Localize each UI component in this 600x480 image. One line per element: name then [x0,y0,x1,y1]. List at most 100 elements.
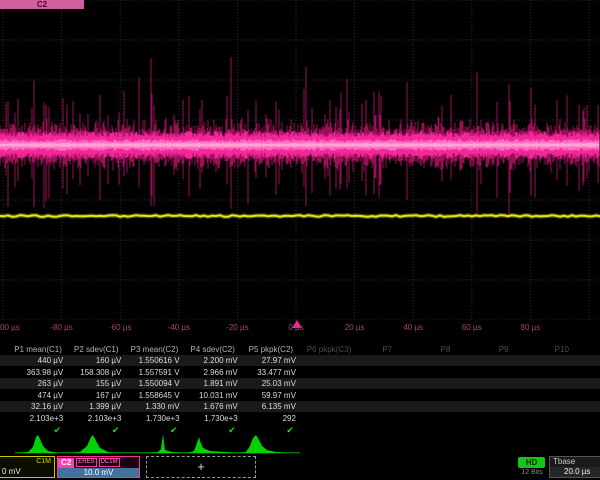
c2-eres-badge: ERES [76,458,96,467]
param-header-p9[interactable]: P9 [475,344,533,355]
time-tick-label: 40 µs [403,323,423,332]
param-value [358,367,416,378]
param-value: 10.031 mV [184,390,242,401]
param-value [358,390,416,401]
param-header-p2[interactable]: P2 sdev(C1) [67,344,125,355]
param-value: 1.330 mV [125,401,183,412]
param-value [358,378,416,389]
stat-row: 440 µV160 µV1.550616 V2.200 mV27.97 mV [0,355,600,366]
param-value: 2.103e+3 [67,413,125,424]
c1-coupling-label: C1M [0,457,54,467]
param-value [416,401,474,412]
param-value: 363.98 µV [9,367,67,378]
time-tick-label: 60 µs [462,323,482,332]
param-value: 1.399 µV [67,401,125,412]
param-header-p3[interactable]: P3 mean(C2) [125,344,183,355]
param-header-p7[interactable]: P7 [358,344,416,355]
time-tick-label: 20 µs [345,323,365,332]
param-value [416,390,474,401]
param-value [533,367,591,378]
param-value [533,390,591,401]
histicon [188,437,235,453]
c2-channel-badge: C2 [58,458,74,468]
param-value [416,378,474,389]
param-value [475,390,533,401]
hd-bits-label: 12 Bits [511,469,553,476]
param-value [416,413,474,424]
stat-row: 32.16 µV1.399 µV1.330 mV1.676 mV6.135 mV [0,401,600,412]
stat-row: 474 µV167 µV1.558645 V10.031 mV59.97 mV [0,390,600,401]
param-value [300,355,358,366]
time-tick-label: 0 µs [288,323,303,332]
descriptor-bar: C1M 0 mV C2 ERES DC1M 10.0 mV + HD 12 Bi… [0,455,600,480]
param-value: 59.97 mV [242,390,300,401]
param-value [533,413,591,424]
timebase-value: 20.0 µs [550,467,600,477]
time-tick-label: -60 µs [109,323,131,332]
time-tick-label: -20 µs [226,323,248,332]
timebase-label: Tbase [550,457,600,467]
param-value: 1.730e+3 [184,413,242,424]
param-value: 1.891 mV [184,378,242,389]
channel-c2-descriptor[interactable]: C2 ERES DC1M 10.0 mV [57,456,140,478]
c1-scale-value: 0 mV [0,467,54,477]
param-value: 32.16 µV [9,401,67,412]
param-value [358,413,416,424]
timebase-descriptor[interactable]: Tbase 20.0 µs [549,456,600,478]
param-value: 1.558645 V [125,390,183,401]
param-value: 160 µV [67,355,125,366]
param-value [300,378,358,389]
time-tick-label: -80 µs [50,323,72,332]
param-value [300,390,358,401]
param-value: 474 µV [9,390,67,401]
param-value: 167 µV [67,390,125,401]
param-value [533,401,591,412]
param-value [475,367,533,378]
stat-row: 263 µV155 µV1.550094 V1.891 mV25.03 mV [0,378,600,389]
param-value [300,401,358,412]
param-value: 2.200 mV [184,355,242,366]
histicon [150,434,182,453]
param-value: 1.730e+3 [125,413,183,424]
param-value [300,367,358,378]
waveform-grid [0,0,600,320]
hd-mode-badge[interactable]: HD [518,457,545,468]
stat-row: 2.103e+32.103e+31.730e+31.730e+3292 [0,413,600,424]
param-value: 1.550094 V [125,378,183,389]
param-header-p8[interactable]: P8 [416,344,474,355]
param-value [533,378,591,389]
param-header-p10[interactable]: P10 [533,344,591,355]
param-value: 2.966 mV [184,367,242,378]
param-header-p6[interactable]: P6 pkpk(C3) [300,344,358,355]
param-value [475,355,533,366]
param-value [416,355,474,366]
oscilloscope-screen: C2 00 µs -80 µs -60 µs -40 µs -20 µs 0 µs 20 µ… [0,0,600,480]
param-value: 33.477 mV [242,367,300,378]
param-value: 1.676 mV [184,401,242,412]
param-value: 158.308 µV [67,367,125,378]
histicon [72,435,114,453]
channel-c1-descriptor[interactable]: C1M 0 mV [0,456,55,478]
time-tick-label: -40 µs [168,323,190,332]
histicon [20,435,58,453]
param-value [475,378,533,389]
stat-row: 363.98 µV158.308 µV1.557591 V2.966 mV33.… [0,367,600,378]
param-value: 6.135 mV [242,401,300,412]
param-value: 1.550616 V [125,355,183,366]
param-value [533,355,591,366]
param-value [358,401,416,412]
time-tick-label: 00 µs [0,323,20,332]
param-value: 440 µV [9,355,67,366]
param-value [416,367,474,378]
param-value [358,355,416,366]
time-axis: 00 µs -80 µs -60 µs -40 µs -20 µs 0 µs 20 µs 40… [0,320,600,335]
add-trace-button[interactable]: + [146,456,256,478]
param-value: 25.03 mV [242,378,300,389]
top-left-channel-tab[interactable]: C2 [0,0,84,9]
param-header-p1[interactable]: P1 mean(C1) [9,344,67,355]
param-header-p5[interactable]: P5 pkpk(C2) [242,344,300,355]
param-value: 27.97 mV [242,355,300,366]
param-header-p4[interactable]: P4 sdev(C2) [184,344,242,355]
param-value: 292 [242,413,300,424]
histicon [240,435,284,453]
